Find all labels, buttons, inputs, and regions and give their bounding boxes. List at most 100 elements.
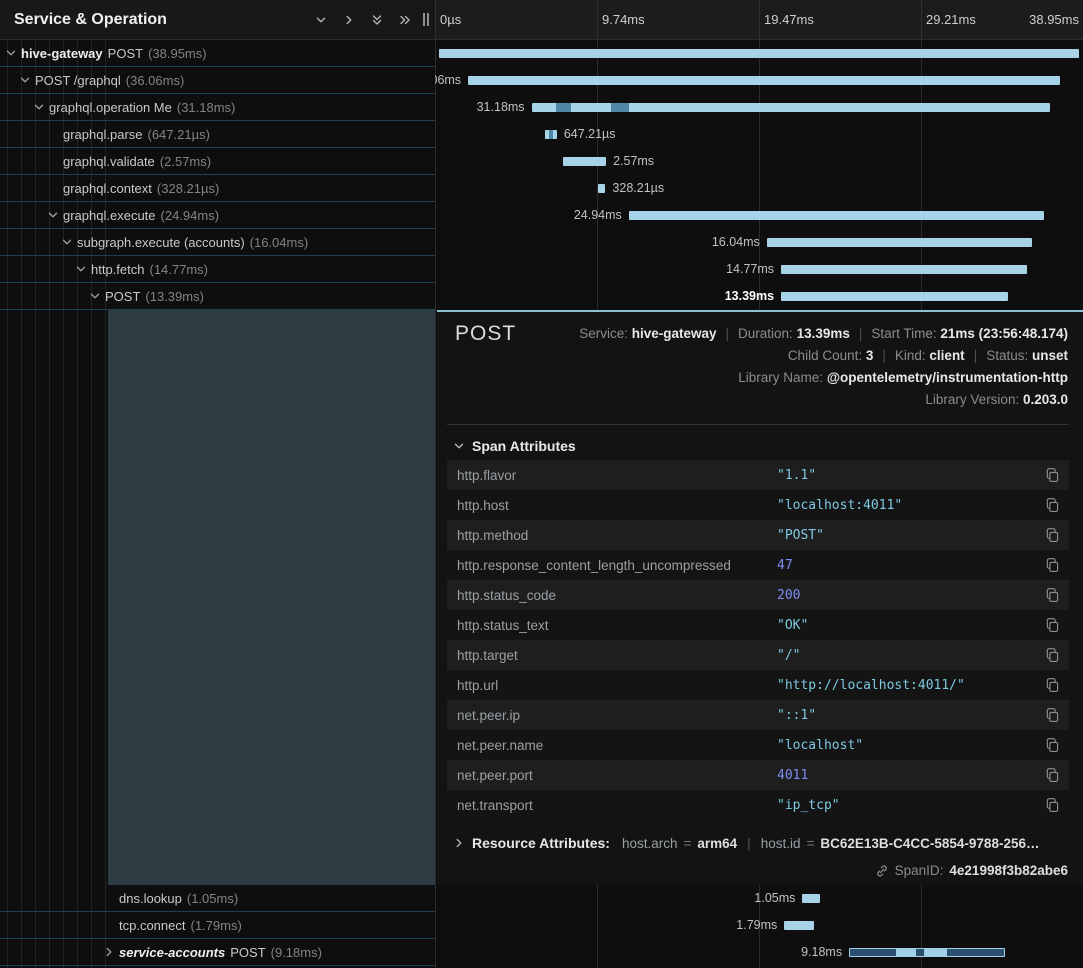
expander[interactable] [47, 209, 63, 221]
resource-value: BC62E13B-C4CC-5854-9788-256… [820, 836, 1039, 851]
span-tree-row[interactable]: graphql.operation Me(31.18ms) [0, 94, 435, 121]
attribute-value: "1.1" [777, 468, 1035, 483]
meta-label: Start Time: [871, 326, 940, 341]
timeline-row: 1.05ms [435, 885, 1083, 912]
span-tree-row[interactable]: graphql.context(328.21µs) [0, 175, 435, 202]
span-id-row: SpanID: 4e21998f3b82abe6 [875, 863, 1068, 878]
copy-icon [1045, 557, 1060, 573]
span-bar[interactable] [784, 921, 814, 930]
ruler-tick-label: 0µs [440, 12, 461, 27]
copy-icon [1045, 707, 1060, 723]
span-tree-row[interactable]: graphql.parse(647.21µs) [0, 121, 435, 148]
bar-duration-label: 31.18ms [477, 94, 525, 121]
chevron-down-icon[interactable] [5, 47, 17, 59]
trace-timeline-view: hive-gatewayPOST(38.95ms)38.95msPOST /gr… [0, 0, 1083, 968]
attribute-key: http.url [447, 678, 777, 693]
chevron-right-icon[interactable] [453, 837, 465, 849]
span-bar[interactable] [439, 49, 1079, 58]
copy-button[interactable] [1035, 767, 1069, 783]
span-bar[interactable] [802, 894, 819, 903]
detail-meta: Service: hive-gateway|Duration: 13.39ms|… [579, 323, 1068, 411]
span-tree-row[interactable]: POST /graphql (36.06ms) [0, 67, 435, 94]
span-duration: (1.05ms) [187, 891, 238, 906]
span-bar[interactable] [598, 184, 605, 193]
span-tree-row[interactable]: dns.lookup(1.05ms) [0, 885, 435, 912]
chevron-down-icon[interactable] [89, 290, 101, 302]
span-bar[interactable] [781, 292, 1008, 301]
span-tree-row[interactable]: graphql.execute(24.94ms) [0, 202, 435, 229]
span-tree-row[interactable]: service-accountsPOST(9.18ms) [0, 939, 435, 966]
span-tree-row[interactable]: graphql.validate(2.57ms) [0, 148, 435, 175]
span-attributes-header[interactable]: Span Attributes [453, 438, 576, 454]
copy-button[interactable] [1035, 677, 1069, 693]
chevron-down-icon[interactable] [75, 263, 87, 275]
span-tree-row[interactable]: http.fetch(14.77ms) [0, 256, 435, 283]
expander[interactable] [61, 236, 77, 248]
copy-button[interactable] [1035, 737, 1069, 753]
attribute-key: net.transport [447, 798, 777, 813]
attribute-value: "::1" [777, 708, 1035, 723]
meta-value: unset [1032, 348, 1068, 363]
span-bar[interactable] [767, 238, 1032, 247]
span-bar[interactable] [563, 157, 606, 166]
span-bar[interactable] [781, 265, 1027, 274]
chevron-down-icon[interactable] [61, 236, 73, 248]
span-bar[interactable] [532, 103, 1050, 112]
span-tree-row[interactable]: POST(13.39ms) [0, 283, 435, 310]
double-chevron-right-icon[interactable] [399, 14, 411, 26]
copy-button[interactable] [1035, 587, 1069, 603]
copy-button[interactable] [1035, 707, 1069, 723]
expander[interactable] [89, 290, 105, 302]
chevron-right-icon[interactable] [103, 946, 115, 958]
bar-duration-label: 1.05ms [754, 885, 795, 912]
span-tree-row[interactable]: tcp.connect(1.79ms) [0, 912, 435, 939]
span-bar[interactable] [468, 76, 1060, 85]
ruler-tick [921, 0, 922, 40]
chevron-down-icon[interactable] [315, 14, 327, 26]
operation-name: POST /graphql [35, 73, 121, 88]
detail-span-title: POST [455, 322, 516, 346]
copy-button[interactable] [1035, 527, 1069, 543]
span-duration: (2.57ms) [160, 154, 211, 169]
span-detail-panel: POST Service: hive-gateway|Duration: 13.… [437, 310, 1083, 885]
span-tree-row[interactable]: hive-gatewayPOST(38.95ms) [0, 40, 435, 67]
span-duration: (36.06ms) [126, 73, 185, 88]
operation-name: subgraph.execute (accounts) [77, 235, 245, 250]
bar-duration-label: 16.04ms [712, 229, 760, 256]
chevron-down-icon[interactable] [19, 74, 31, 86]
copy-button[interactable] [1035, 557, 1069, 573]
chevron-down-icon [453, 440, 465, 452]
span-bar-segment [896, 949, 916, 956]
meta-label: Library Version: [925, 392, 1023, 407]
span-duration: (24.94ms) [161, 208, 220, 223]
copy-button[interactable] [1035, 497, 1069, 513]
double-chevron-down-icon[interactable] [371, 14, 383, 26]
chevron-down-icon[interactable] [47, 209, 59, 221]
copy-button[interactable] [1035, 467, 1069, 483]
attribute-key: http.response_content_length_uncompresse… [447, 558, 777, 573]
span-bar[interactable] [545, 130, 557, 139]
copy-button[interactable] [1035, 617, 1069, 633]
expander[interactable] [19, 74, 35, 86]
attribute-row: http.status_text"OK" [447, 610, 1069, 640]
bar-duration-label: 36.06ms [435, 67, 461, 94]
span-tree-row[interactable]: subgraph.execute (accounts)(16.04ms) [0, 229, 435, 256]
span-bar[interactable] [849, 948, 1005, 957]
expander[interactable] [33, 101, 49, 113]
expander[interactable] [103, 946, 119, 958]
link-icon[interactable] [875, 864, 889, 878]
copy-icon [1045, 467, 1060, 483]
chevron-down-icon[interactable] [33, 101, 45, 113]
bar-duration-label: 14.77ms [726, 256, 774, 283]
copy-button[interactable] [1035, 647, 1069, 663]
panel-resize-handle[interactable] [423, 13, 429, 26]
expander[interactable] [5, 47, 21, 59]
span-duration: (9.18ms) [271, 945, 322, 960]
detail-divider [447, 424, 1069, 425]
expander[interactable] [75, 263, 91, 275]
span-bar[interactable] [629, 211, 1044, 220]
chevron-right-icon[interactable] [343, 14, 355, 26]
resource-attributes-row[interactable]: Resource Attributes:host.arch=arm64|host… [453, 835, 1039, 851]
attribute-row: net.peer.name"localhost" [447, 730, 1069, 760]
copy-button[interactable] [1035, 797, 1069, 813]
